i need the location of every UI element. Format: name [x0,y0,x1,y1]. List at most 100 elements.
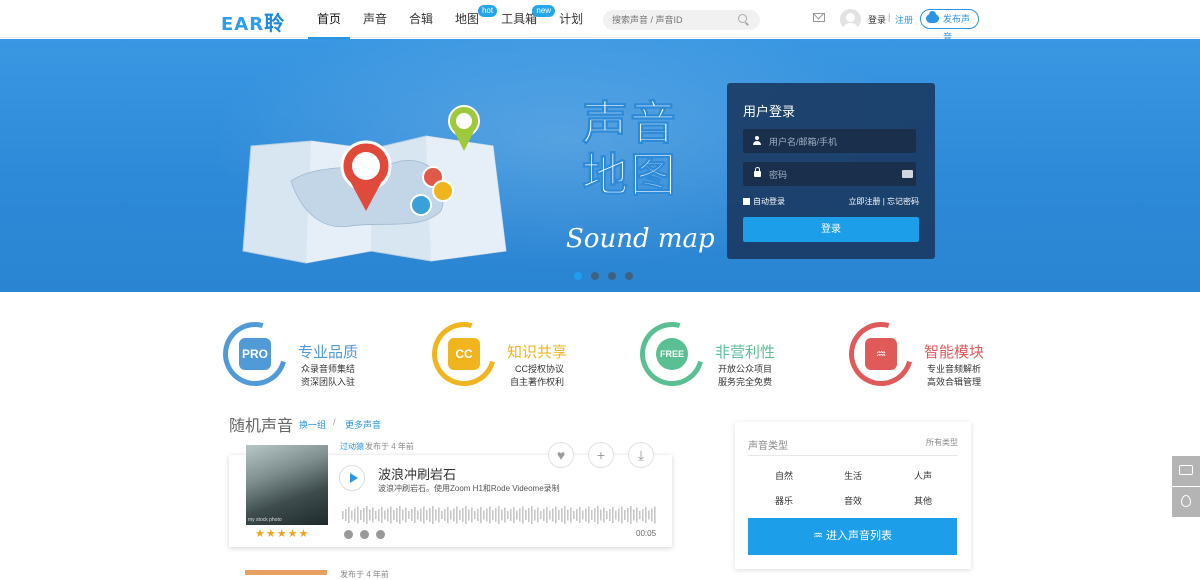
panel-title: 声音类型 [748,441,788,452]
uploader-name[interactable]: 过动猿 [340,441,364,452]
search-input[interactable] [603,10,760,30]
lock-icon [754,167,761,177]
waveform-bar [390,506,392,524]
waveform-bar [552,508,554,522]
all-types-link[interactable]: 所有类型 [926,437,958,448]
type-effect[interactable]: 音效 [833,494,873,507]
waveform-bar [624,510,626,520]
waveform-bar [435,509,437,521]
waveform-bar [465,506,467,524]
type-instrument[interactable]: 器乐 [764,494,804,507]
keyboard-icon[interactable] [902,170,913,178]
next-sound-thumbnail[interactable] [245,570,327,575]
upload-time: 发布于 4 年前 [365,442,414,451]
mail-icon[interactable] [813,13,825,22]
waveform-bar [483,510,485,520]
carousel-dot[interactable] [591,272,599,280]
waveform-bar [492,510,494,520]
loop-icon[interactable] [344,530,353,539]
carousel-dot[interactable] [608,272,616,280]
waveform-bar [423,506,425,524]
waveform-bar [348,507,350,523]
waveform-bar [537,507,539,523]
sound-title[interactable]: 波浪冲刷岩石 [378,464,456,483]
type-voice[interactable]: 人声 [903,469,943,482]
hero-banner: 声音地图 Sound map 用户登录 用户名/邮箱/手机 密码 自动登录 立即… [0,39,1200,292]
nav-toolbox[interactable]: 工具箱 new [490,0,556,38]
waveform-bar [360,510,362,520]
type-nature[interactable]: 自然 [764,469,804,482]
feature-title: 智能模块 [924,344,985,361]
waveform-bar [642,509,644,521]
theme-button[interactable] [1172,487,1200,517]
shuffle-link[interactable]: 换一组 [299,418,326,431]
username-field[interactable]: 用户名/邮箱/手机 [743,129,916,153]
waveform-bar [477,509,479,521]
waveform-bar [645,507,647,523]
link-separator: / [333,417,336,427]
site-logo[interactable]: EAR聆 [221,7,285,36]
nav-plan[interactable]: 计划 [548,0,594,38]
carousel-dot[interactable] [574,272,582,280]
waveform-bar [429,508,431,522]
waveform-bar [576,509,578,521]
waveform-bar [648,510,650,520]
waveform-bar [507,511,509,519]
heart-icon[interactable]: ♥ [548,442,574,468]
sound-types-panel: 声音类型 所有类型 自然 生活 人声 器乐 音效 其他 ♒ 进入声音列表 [735,422,971,569]
password-field[interactable]: 密码 [743,162,916,186]
waveform-bar [402,509,404,521]
download-icon[interactable]: ⤓ [628,442,654,468]
waveform-bar [519,508,521,522]
remember-me-checkbox[interactable]: 自动登录 [743,196,785,207]
cc-icon: CC [448,338,480,370]
waveform-bar [558,510,560,520]
carousel-dot[interactable] [625,272,633,280]
divider [748,455,958,456]
waveform-bar [555,506,557,524]
waveform-bar [417,510,419,520]
nav-collections[interactable]: 合辑 [398,0,444,38]
waveform-bar [573,511,575,519]
enter-sound-list-button[interactable]: ♒ 进入声音列表 [748,518,957,555]
feedback-button[interactable] [1172,456,1200,486]
waveform-bar [606,511,608,519]
pro-icon: PRO [239,338,271,370]
play-button[interactable] [339,465,365,491]
header-login-link[interactable]: 登录 [868,13,886,26]
login-panel: 用户登录 用户名/邮箱/手机 密码 自动登录 立即注册 | 忘记密码 登录 [727,83,935,259]
waveform-bar [387,508,389,522]
search-icon[interactable] [738,14,747,23]
waveform-bar [411,509,413,521]
avatar[interactable] [840,9,861,30]
nav-map[interactable]: 地图 hot [444,0,498,38]
waveform-bar [471,507,473,523]
nav-sounds[interactable]: 声音 [352,0,398,38]
header-register-link[interactable]: 注册 [895,13,913,26]
waveform-bar [561,508,563,522]
waveform-bar [447,507,449,523]
waveform-bar [399,506,401,524]
waveform-bar [543,509,545,521]
sound-thumbnail[interactable]: my stock photo [246,445,328,525]
login-button[interactable]: 登录 [743,217,919,242]
waveform-bar [369,509,371,521]
waveform-bar [534,509,536,521]
feature-title: 专业品质 [298,344,359,361]
waveform-bar [627,508,629,522]
add-icon[interactable]: + [588,442,614,468]
waveform-bar [585,508,587,522]
waveform-bar [414,507,416,523]
repeat-icon[interactable] [360,530,369,539]
waveform-bar [594,508,596,522]
waveform-bar [345,509,347,521]
more-sounds-link[interactable]: 更多声音 [345,418,381,431]
waveform-bar [516,510,518,520]
type-other[interactable]: 其他 [903,494,943,507]
volume-icon[interactable] [376,530,385,539]
register-forgot-links[interactable]: 立即注册 | 忘记密码 [848,196,919,207]
type-life[interactable]: 生活 [833,469,873,482]
rating-stars: ★★★★★ [255,528,310,540]
waveform[interactable] [342,505,657,525]
nav-home[interactable]: 首页 [306,0,352,39]
